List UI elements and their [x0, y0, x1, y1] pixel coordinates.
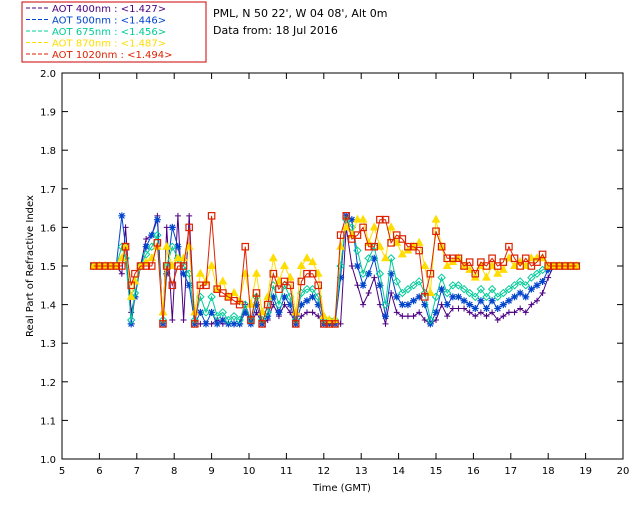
- x-tick-label: 17: [504, 466, 517, 477]
- x-tick-label: 15: [430, 466, 443, 477]
- data-point: [359, 281, 367, 289]
- y-tick-label: 2.0: [40, 69, 56, 80]
- data-point: [410, 297, 418, 305]
- data-point: [505, 297, 513, 305]
- y-tick-label: 1.4: [40, 301, 56, 312]
- data-point: [443, 301, 451, 309]
- data-point: [353, 262, 361, 270]
- legend-label: AOT 400nm : <1.427>: [52, 4, 166, 15]
- x-tick-label: 8: [171, 466, 177, 477]
- data-point: [153, 216, 161, 224]
- data-point: [303, 297, 311, 305]
- x-tick-label: 6: [96, 466, 102, 477]
- x-tick-label: 5: [59, 466, 65, 477]
- x-tick-label: 13: [355, 466, 368, 477]
- legend: AOT 400nm : <1.427>AOT 500nm : <1.446>AO…: [21, 1, 207, 63]
- date-label: Data from: 18 Jul 2016: [213, 24, 338, 37]
- x-tick-label: 10: [243, 466, 256, 477]
- y-tick-label: 1.2: [40, 378, 56, 389]
- y-tick-label: 1.3: [40, 339, 56, 350]
- data-point: [499, 301, 507, 309]
- x-tick-label: 19: [579, 466, 592, 477]
- data-point: [511, 293, 519, 301]
- y-tick-label: 1.8: [40, 146, 56, 157]
- y-tick-label: 1.0: [40, 455, 56, 466]
- data-point: [488, 297, 496, 305]
- data-point: [477, 297, 485, 305]
- data-point: [539, 277, 547, 285]
- data-point: [516, 289, 524, 297]
- x-axis-label: Time (GMT): [312, 483, 371, 494]
- chart-figure: AOT 400nm : <1.427> AOT 500nm : <1.446> AO…: [0, 0, 640, 512]
- data-point: [275, 308, 283, 316]
- y-tick-label: 1.9: [40, 108, 56, 119]
- legend-label: AOT 1020nm : <1.494>: [52, 50, 172, 61]
- legend-label: AOT 870nm : <1.487>: [52, 39, 166, 50]
- data-point: [404, 301, 412, 309]
- data-point: [460, 297, 468, 305]
- data-point: [533, 281, 541, 289]
- x-tick-label: 16: [467, 466, 480, 477]
- data-point: [466, 301, 474, 309]
- x-tick-label: 11: [280, 466, 293, 477]
- data-point: [471, 304, 479, 312]
- data-point: [202, 320, 210, 328]
- site-label: PML, N 50 22', W 04 08', Alt 0m: [213, 7, 387, 20]
- data-point: [393, 293, 401, 301]
- data-point: [382, 312, 390, 320]
- data-point: [494, 304, 502, 312]
- y-tick-label: 1.6: [40, 223, 56, 234]
- x-tick-label: 14: [392, 466, 405, 477]
- y-tick-label: 1.1: [40, 416, 56, 427]
- y-tick-label: 1.7: [40, 185, 56, 196]
- x-tick-label: 18: [542, 466, 555, 477]
- data-point: [454, 293, 462, 301]
- data-point: [432, 308, 440, 316]
- x-tick-label: 9: [208, 466, 214, 477]
- data-point: [522, 293, 530, 301]
- x-tick-label: 20: [617, 466, 630, 477]
- data-point: [213, 320, 221, 328]
- data-point: [482, 304, 490, 312]
- data-point: [185, 281, 193, 289]
- y-axis-label: Real Part of Refractive Index: [25, 195, 36, 337]
- legend-label: AOT 500nm : <1.446>: [52, 16, 166, 27]
- y-tick-label: 1.5: [40, 262, 56, 273]
- refractive-index-chart: AOT 400nm : <1.427>AOT 500nm : <1.446>AO…: [0, 0, 640, 512]
- x-tick-label: 12: [317, 466, 330, 477]
- data-point: [527, 285, 535, 293]
- x-tick-label: 7: [134, 466, 140, 477]
- data-point: [168, 223, 176, 231]
- data-point: [118, 212, 126, 220]
- legend-label: AOT 675nm : <1.456>: [52, 27, 166, 38]
